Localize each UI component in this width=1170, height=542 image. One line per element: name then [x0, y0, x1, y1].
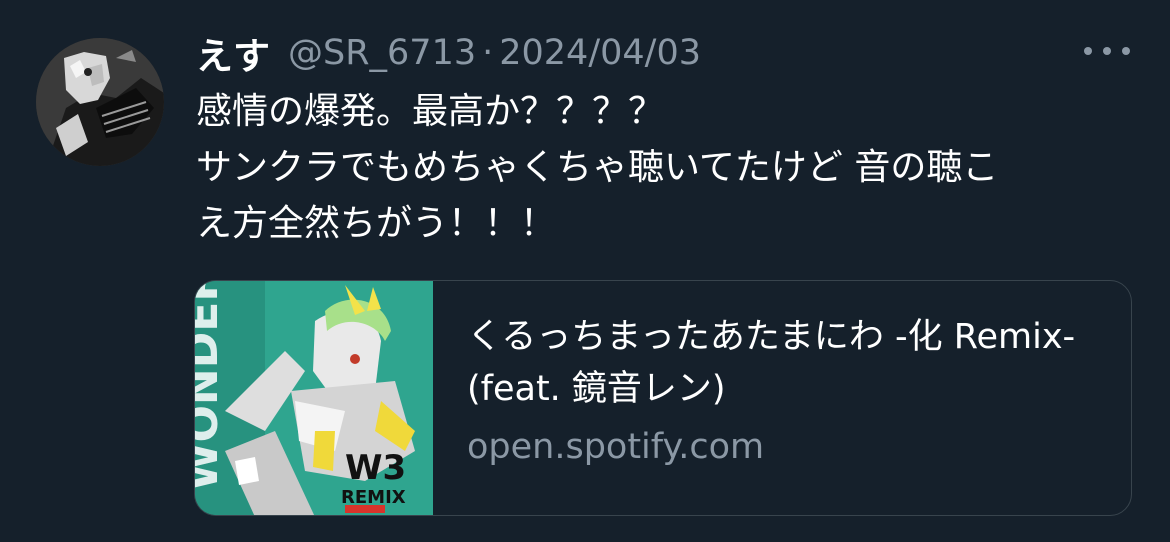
- card-domain: open.spotify.com: [467, 427, 765, 467]
- tweet: えす @SR_6713 · 2024/04/03 感情の爆発。最高か？？？？ サ…: [0, 0, 1170, 542]
- tweet-date[interactable]: 2024/04/03: [499, 33, 701, 73]
- tweet-text: 感情の爆発。最高か？？？？ サンクラでもめちゃくちゃ聴いてたけど 音の聴こ え方…: [196, 91, 999, 244]
- more-horizontal-icon: [1084, 47, 1092, 55]
- tweet-header: えす @SR_6713 · 2024/04/03: [196, 26, 701, 80]
- more-options-button[interactable]: [1084, 36, 1130, 66]
- more-horizontal-icon: [1122, 47, 1130, 55]
- card-title: くるっちまったあたまにわ -化 Remix- (feat. 鏡音レン): [467, 317, 1076, 409]
- svg-text:REMIX: REMIX: [341, 487, 406, 508]
- display-name[interactable]: えす: [196, 26, 270, 80]
- more-horizontal-icon: [1103, 47, 1111, 55]
- svg-text:WONDER: WONDER: [195, 281, 228, 491]
- card-thumbnail: WONDER W3 REMIX: [195, 281, 433, 515]
- svg-text:W3: W3: [345, 448, 406, 488]
- link-card[interactable]: WONDER W3 REMIX くるっちまったあたまにわ -化 Remix- (…: [194, 280, 1132, 516]
- header-separator: ·: [482, 33, 494, 73]
- avatar[interactable]: [36, 38, 164, 166]
- album-art-image: WONDER W3 REMIX: [195, 281, 433, 515]
- avatar-image: [36, 38, 164, 166]
- user-handle[interactable]: @SR_6713: [288, 33, 476, 73]
